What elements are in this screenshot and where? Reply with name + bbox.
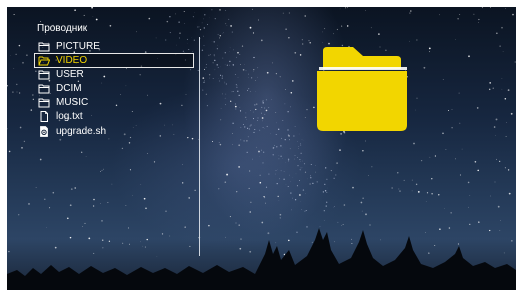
folder-preview-icon <box>317 47 407 131</box>
list-item-video[interactable]: VIDEO <box>34 53 194 69</box>
file-name: USER <box>56 69 84 81</box>
file-list: PICTURE VIDEO USER DCIM MUSIC log.txt up… <box>34 40 194 139</box>
explorer-title: Проводник <box>37 23 88 34</box>
file-name: DCIM <box>56 83 82 95</box>
folder-icon <box>38 69 50 80</box>
list-item-dcim[interactable]: DCIM <box>35 82 193 95</box>
folder-icon <box>38 97 50 108</box>
tree-silhouette <box>7 228 516 290</box>
list-item-upgrade-sh[interactable]: upgrade.sh <box>35 125 193 138</box>
file-name: VIDEO <box>56 55 88 67</box>
list-item-log-txt[interactable]: log.txt <box>35 110 193 123</box>
folder-icon <box>38 83 50 94</box>
file-name: log.txt <box>56 111 83 123</box>
list-item-user[interactable]: USER <box>35 68 193 81</box>
list-item-picture[interactable]: PICTURE <box>35 40 193 53</box>
file-explorer-screen: Проводник PICTURE VIDEO USER DCIM MUSIC … <box>7 7 516 290</box>
file-name: upgrade.sh <box>56 125 107 137</box>
folder-open-icon <box>38 55 51 66</box>
panel-divider <box>199 37 200 256</box>
folder-icon <box>38 41 50 52</box>
file-name: PICTURE <box>56 41 100 52</box>
script-icon <box>38 125 50 137</box>
file-name: MUSIC <box>56 97 89 109</box>
list-item-music[interactable]: MUSIC <box>35 96 193 109</box>
document-icon <box>38 111 50 123</box>
